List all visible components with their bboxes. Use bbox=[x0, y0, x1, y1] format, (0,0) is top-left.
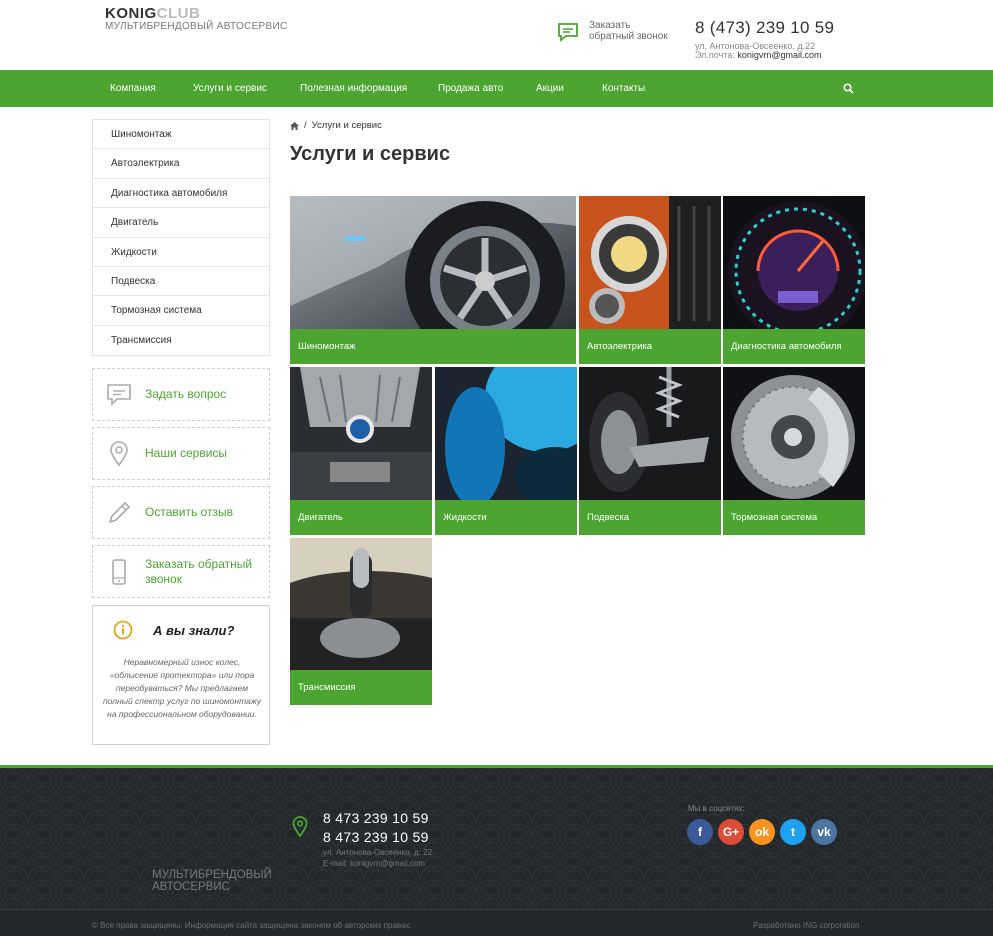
service-tile-transmission[interactable]: Трансмиссия bbox=[290, 538, 432, 705]
tile-caption: Жидкости bbox=[435, 500, 577, 535]
header-email[interactable]: konigvrn@gmail.com bbox=[737, 50, 821, 60]
footer-pattern bbox=[0, 768, 993, 908]
sidebar-item-brakes[interactable]: Тормозная система bbox=[93, 296, 269, 326]
our-services-label: Наши сервисы bbox=[145, 446, 228, 460]
service-tile-suspension[interactable]: Подвеска bbox=[579, 367, 721, 535]
tile-caption: Автоэлектрика bbox=[579, 329, 721, 364]
header-address: ул. Антонова-Овсеенко, д.22 Эл.почта: ko… bbox=[695, 41, 822, 60]
map-pin-icon bbox=[292, 816, 308, 838]
chat-icon bbox=[558, 23, 578, 42]
leave-review-label: Оставить отзыв bbox=[145, 505, 233, 519]
phone-icon bbox=[112, 558, 126, 585]
diagnostics-image bbox=[723, 196, 865, 329]
tire-service-image bbox=[290, 196, 576, 329]
header-phone[interactable]: 8 (473) 239 10 59 bbox=[695, 18, 834, 38]
footer-divider bbox=[0, 909, 993, 910]
logo[interactable]: KONIGCLUB МУЛЬТИБРЕНДОВЫЙ АВТОСЕРВИС bbox=[105, 6, 287, 33]
footer-email[interactable]: E-mail: konigvrn@gmail.com bbox=[323, 859, 425, 868]
order-callback-label: Заказать обратный звонок bbox=[145, 556, 253, 586]
chat-icon bbox=[107, 383, 131, 406]
service-tile-fluids[interactable]: Жидкости bbox=[435, 367, 577, 535]
ask-question-button[interactable]: Задать вопрос bbox=[92, 368, 270, 421]
breadcrumb: / Услуги и сервис bbox=[290, 120, 382, 131]
page-title: Услуги и сервис bbox=[290, 143, 451, 165]
sidebar-item-fluids[interactable]: Жидкости bbox=[93, 238, 269, 267]
footer-logo-subtitle: МУЛЬТИБРЕНДОВЫЙ АВТОСЕРВИС bbox=[152, 869, 272, 893]
tile-caption: Двигатель bbox=[290, 500, 432, 535]
site-footer: 8 473 239 10 59 8 473 239 10 59 ул. Анто… bbox=[0, 765, 993, 936]
twitter-icon[interactable]: t bbox=[780, 819, 806, 845]
nav-item-services[interactable]: Услуги и сервис bbox=[193, 70, 267, 107]
sidebar-item-diagnostics[interactable]: Диагностика автомобиля bbox=[93, 179, 269, 209]
nav-item-car-sales[interactable]: Продажа авто bbox=[438, 70, 503, 107]
did-you-know-text: Неравномерный износ колес, «облысение пр… bbox=[103, 657, 261, 719]
copyright-text: © Все права защищены. Информация сайта з… bbox=[92, 921, 412, 930]
tile-caption: Диагностика автомобиля bbox=[723, 329, 865, 364]
nav-item-promotions[interactable]: Акции bbox=[536, 70, 564, 107]
home-icon[interactable] bbox=[290, 121, 299, 130]
tile-caption: Шиномонтаж bbox=[290, 329, 576, 364]
developer-credit[interactable]: Разработано ING corporation bbox=[753, 921, 859, 930]
main-nav: Компания Услуги и сервис Полезная информ… bbox=[0, 70, 993, 107]
transmission-image bbox=[290, 538, 432, 671]
search-icon[interactable] bbox=[843, 83, 854, 94]
tile-caption: Подвеска bbox=[579, 500, 721, 535]
sidebar-menu: Шиномонтаж Автоэлектрика Диагностика авт… bbox=[92, 119, 270, 357]
logo-text: KONIGCLUB bbox=[105, 5, 201, 22]
footer-phone-1[interactable]: 8 473 239 10 59 bbox=[323, 810, 429, 826]
service-tile-tire-service[interactable]: Шиномонтаж bbox=[290, 196, 576, 364]
odnoklassniki-icon[interactable]: ok bbox=[749, 819, 775, 845]
footer-phone-2[interactable]: 8 473 239 10 59 bbox=[323, 829, 429, 845]
pencil-icon bbox=[108, 501, 131, 523]
did-you-know-title: А вы знали? bbox=[153, 622, 235, 638]
facebook-icon[interactable]: f bbox=[687, 819, 713, 845]
nav-item-contacts[interactable]: Контакты bbox=[602, 70, 645, 107]
auto-electrics-image bbox=[579, 196, 721, 329]
did-you-know-box: А вы знали? Неравномерный износ колес, «… bbox=[92, 605, 270, 745]
engine-image bbox=[290, 367, 432, 500]
callback-label: Заказать обратный звонок bbox=[589, 20, 668, 42]
breadcrumb-current: Услуги и сервис bbox=[311, 120, 382, 131]
nav-item-company[interactable]: Компания bbox=[110, 70, 156, 107]
callback-link[interactable]: Заказать обратный звонок bbox=[557, 20, 669, 42]
site-header: KONIGCLUB МУЛЬТИБРЕНДОВЫЙ АВТОСЕРВИС Зак… bbox=[0, 0, 993, 70]
fluids-image bbox=[435, 367, 577, 500]
vk-icon[interactable]: vk bbox=[811, 819, 837, 845]
sidebar-item-tire-service[interactable]: Шиномонтаж bbox=[93, 120, 269, 150]
info-icon bbox=[113, 620, 133, 640]
tile-caption: Тормозная система bbox=[723, 500, 865, 535]
our-services-button[interactable]: Наши сервисы bbox=[92, 427, 270, 480]
breadcrumb-separator: / bbox=[304, 120, 307, 131]
service-tile-diagnostics[interactable]: Диагностика автомобиля bbox=[723, 196, 865, 364]
sidebar-item-transmission[interactable]: Трансмиссия bbox=[93, 326, 269, 355]
sidebar-item-suspension[interactable]: Подвеска bbox=[93, 267, 269, 297]
service-tile-engine[interactable]: Двигатель bbox=[290, 367, 432, 535]
tile-caption: Трансмиссия bbox=[290, 670, 432, 705]
service-tile-auto-electrics[interactable]: Автоэлектрика bbox=[579, 196, 721, 364]
brakes-image bbox=[723, 367, 865, 500]
sidebar-item-engine[interactable]: Двигатель bbox=[93, 208, 269, 238]
footer-address: ул. Антонова-Овсеенко, д. 22 bbox=[323, 848, 433, 857]
leave-review-button[interactable]: Оставить отзыв bbox=[92, 486, 270, 539]
sidebar-item-auto-electrics[interactable]: Автоэлектрика bbox=[93, 149, 269, 179]
order-callback-button[interactable]: Заказать обратный звонок bbox=[92, 545, 270, 598]
service-tile-brakes[interactable]: Тормозная система bbox=[723, 367, 865, 535]
logo-subtitle: МУЛЬТИБРЕНДОВЫЙ АВТОСЕРВИС bbox=[105, 21, 288, 32]
social-title: Мы в соцсетях: bbox=[688, 804, 745, 813]
nav-item-useful-info[interactable]: Полезная информация bbox=[300, 70, 407, 107]
google-plus-icon[interactable]: G+ bbox=[718, 819, 744, 845]
ask-question-label: Задать вопрос bbox=[145, 387, 227, 401]
map-pin-icon bbox=[110, 440, 128, 466]
suspension-image bbox=[579, 367, 721, 500]
